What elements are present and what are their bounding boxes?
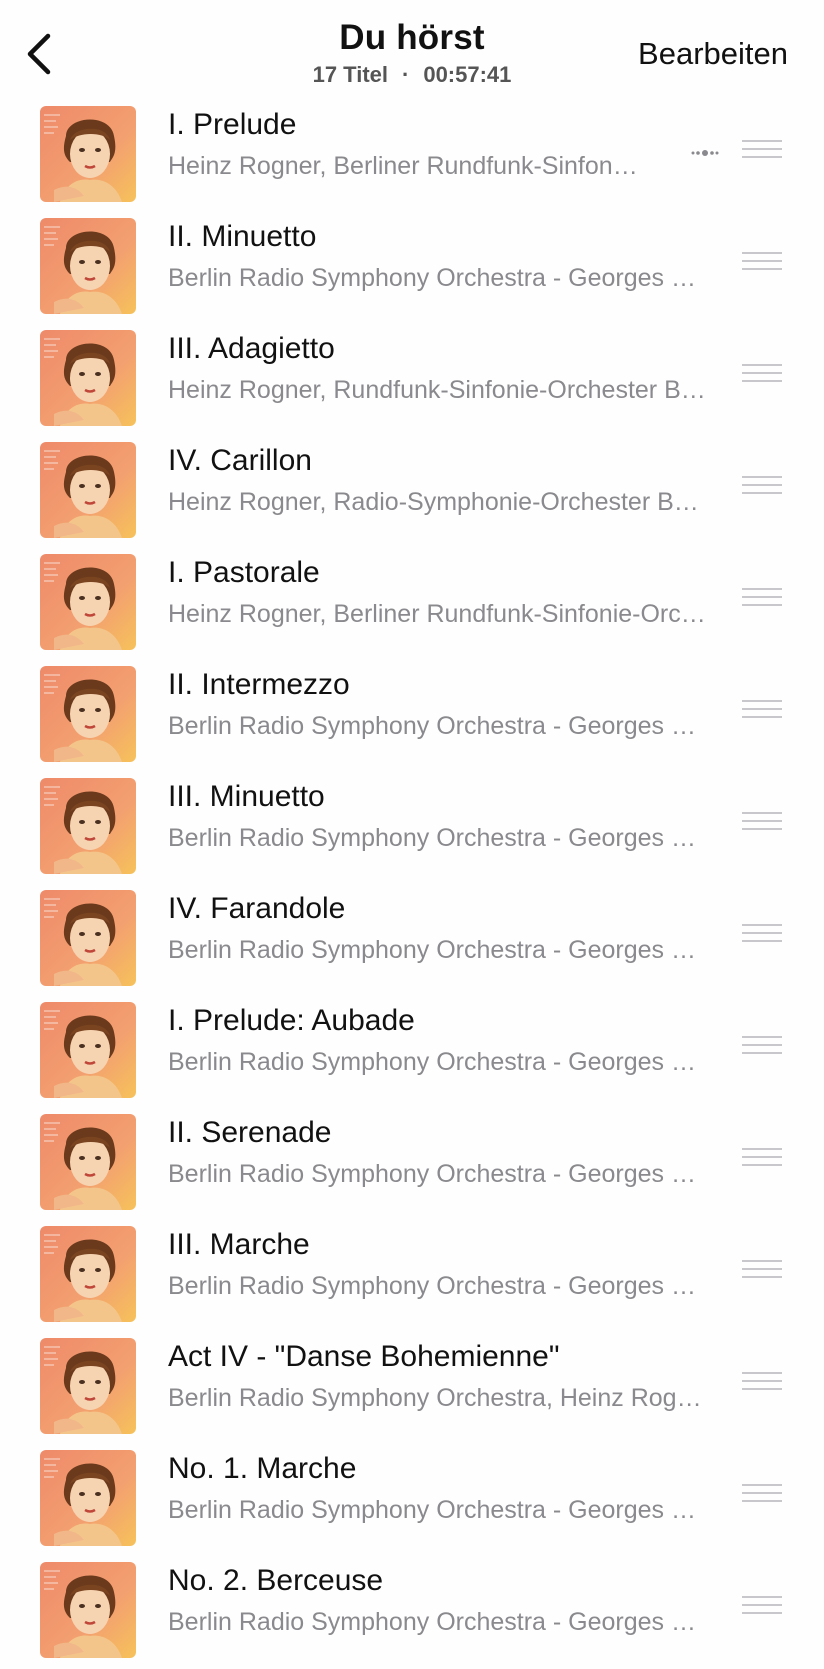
reorder-handle-icon[interactable]: [742, 140, 782, 162]
queue-track-row[interactable]: Act IV - "Danse Bohemienne" Berlin Radio …: [0, 1332, 824, 1444]
album-artwork: [40, 1002, 136, 1098]
total-duration: 00:57:41: [423, 62, 512, 87]
track-title: No. 2. Berceuse: [168, 1564, 384, 1597]
track-artist: Berlin Radio Symphony Orchestra - George…: [168, 1272, 708, 1300]
queue-track-row[interactable]: III. Minuetto Berlin Radio Symphony Orche…: [0, 772, 824, 884]
album-artwork: [40, 106, 136, 202]
album-artwork: [40, 1562, 136, 1658]
nav-header: Du hörst 17 Titel · 00:57:41 Bearbeiten: [0, 0, 824, 100]
track-count: 17 Titel: [312, 62, 388, 87]
track-title: Act IV - "Danse Bohemienne": [168, 1340, 560, 1373]
album-artwork: [40, 218, 136, 314]
album-artwork: [40, 778, 136, 874]
album-artwork: [40, 330, 136, 426]
track-title: III. Adagietto: [168, 332, 335, 365]
queue-track-row[interactable]: I. Prelude Heinz Rogner, Berliner Rundfun…: [0, 100, 824, 212]
queue-track-row[interactable]: III. Adagietto Heinz Rogner, Rundfunk-Sin…: [0, 324, 824, 436]
queue-list: I. Prelude Heinz Rogner, Berliner Rundfun…: [0, 100, 824, 1668]
queue-track-row[interactable]: No. 1. Marche Berlin Radio Symphony Orche…: [0, 1444, 824, 1556]
album-artwork: [40, 666, 136, 762]
track-title: II. Intermezzo: [168, 668, 350, 701]
track-artist: Heinz Rogner, Rundfunk-Sinfonie-Orcheste…: [168, 376, 708, 404]
track-artist: Heinz Rogner, Berliner Rundfunk-Sinfonie…: [168, 152, 638, 180]
queue-track-row[interactable]: IV. Carillon Heinz Rogner, Radio-Symphoni…: [0, 436, 824, 548]
track-artist: Berlin Radio Symphony Orchestra - George…: [168, 1496, 708, 1524]
track-title: II. Minuetto: [168, 220, 317, 253]
track-artist: Berlin Radio Symphony Orchestra - George…: [168, 1160, 708, 1188]
track-artist: Berlin Radio Symphony Orchestra - George…: [168, 1048, 708, 1076]
track-title: No. 1. Marche: [168, 1452, 357, 1485]
track-title: I. Prelude: Aubade: [168, 1004, 415, 1037]
track-artist: Berlin Radio Symphony Orchestra - George…: [168, 264, 708, 292]
reorder-handle-icon[interactable]: [742, 1372, 782, 1394]
reorder-handle-icon[interactable]: [742, 588, 782, 610]
queue-track-row[interactable]: III. Marche Berlin Radio Symphony Orchest…: [0, 1220, 824, 1332]
reorder-handle-icon[interactable]: [742, 1148, 782, 1170]
album-artwork: [40, 1226, 136, 1322]
album-artwork: [40, 1114, 136, 1210]
queue-track-row[interactable]: I. Pastorale Heinz Rogner, Berliner Rundf…: [0, 548, 824, 660]
track-title: II. Serenade: [168, 1116, 332, 1149]
track-artist: Berlin Radio Symphony Orchestra - George…: [168, 712, 708, 740]
reorder-handle-icon[interactable]: [742, 700, 782, 722]
queue-track-row[interactable]: II. Minuetto Berlin Radio Symphony Orches…: [0, 212, 824, 324]
track-artist: Heinz Rogner, Berliner Rundfunk-Sinfonie…: [168, 600, 708, 628]
track-artist: Berlin Radio Symphony Orchestra - George…: [168, 824, 708, 852]
track-title: III. Minuetto: [168, 780, 325, 813]
edit-button[interactable]: Bearbeiten: [638, 36, 788, 72]
queue-track-row[interactable]: I. Prelude: Aubade Berlin Radio Symphony …: [0, 996, 824, 1108]
album-artwork: [40, 890, 136, 986]
track-title: I. Pastorale: [168, 556, 320, 589]
queue-track-row[interactable]: II. Serenade Berlin Radio Symphony Orches…: [0, 1108, 824, 1220]
album-artwork: [40, 1338, 136, 1434]
separator: ·: [402, 62, 410, 87]
now-playing-indicator-icon: [691, 150, 719, 156]
reorder-handle-icon[interactable]: [742, 812, 782, 834]
album-artwork: [40, 442, 136, 538]
reorder-handle-icon[interactable]: [742, 1596, 782, 1618]
track-artist: Berlin Radio Symphony Orchestra - George…: [168, 936, 708, 964]
track-artist: Berlin Radio Symphony Orchestra, Heinz R…: [168, 1384, 708, 1412]
reorder-handle-icon[interactable]: [742, 924, 782, 946]
track-title: IV. Farandole: [168, 892, 346, 925]
track-title: III. Marche: [168, 1228, 310, 1261]
album-artwork: [40, 554, 136, 650]
queue-track-row[interactable]: No. 2. Berceuse Berlin Radio Symphony Orc…: [0, 1556, 824, 1668]
album-artwork: [40, 1450, 136, 1546]
reorder-handle-icon[interactable]: [742, 364, 782, 386]
reorder-handle-icon[interactable]: [742, 1036, 782, 1058]
track-artist: Berlin Radio Symphony Orchestra - George…: [168, 1608, 708, 1636]
track-artist: Heinz Rogner, Radio-Symphonie-Orchester …: [168, 488, 708, 516]
queue-track-row[interactable]: IV. Farandole Berlin Radio Symphony Orche…: [0, 884, 824, 996]
track-title: I. Prelude: [168, 108, 297, 141]
reorder-handle-icon[interactable]: [742, 1484, 782, 1506]
reorder-handle-icon[interactable]: [742, 1260, 782, 1282]
reorder-handle-icon[interactable]: [742, 476, 782, 498]
track-title: IV. Carillon: [168, 444, 312, 477]
reorder-handle-icon[interactable]: [742, 252, 782, 274]
queue-track-row[interactable]: II. Intermezzo Berlin Radio Symphony Orch…: [0, 660, 824, 772]
